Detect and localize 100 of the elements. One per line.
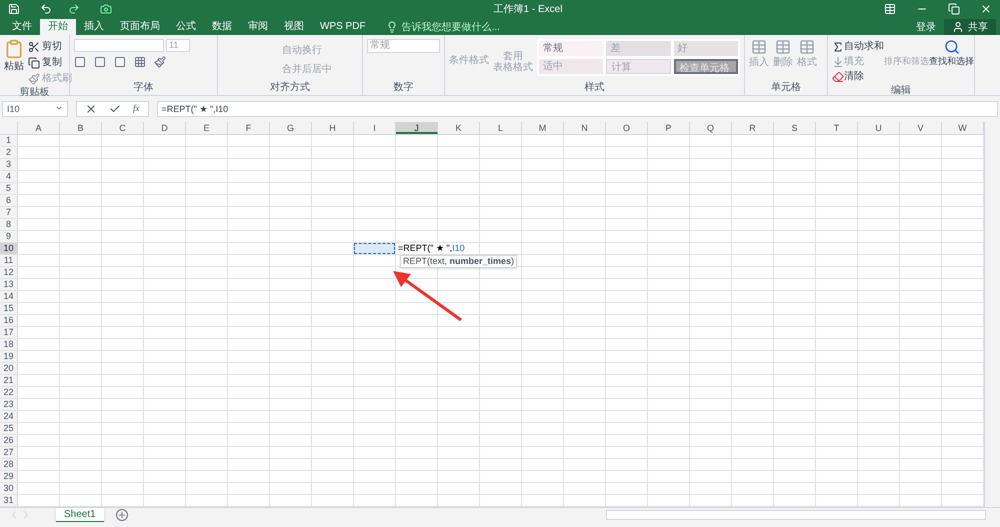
search-icon (944, 39, 960, 55)
scissors-icon (28, 40, 40, 52)
camera-icon[interactable] (100, 3, 112, 15)
group-label: 数字 (392, 81, 414, 95)
redo-icon[interactable] (68, 3, 80, 15)
ribbon-tab[interactable]: 文件 (4, 19, 40, 35)
column-header[interactable]: T (816, 122, 858, 134)
ribbon-tab[interactable]: 页面布局 (112, 19, 168, 35)
row-header[interactable]: 23 (0, 399, 18, 410)
row-header[interactable]: 22 (0, 387, 18, 398)
row-header[interactable]: 1 (0, 135, 18, 146)
row-header[interactable]: 20 (0, 363, 18, 374)
row-header[interactable]: 12 (0, 267, 18, 278)
add-sheet-icon[interactable] (116, 509, 128, 521)
column-header[interactable]: V (900, 122, 942, 134)
row-header[interactable]: 19 (0, 351, 18, 362)
group-label: 编辑 (890, 84, 912, 98)
cell-style[interactable]: 常规 (539, 41, 604, 56)
row-header[interactable]: 25 (0, 423, 18, 434)
cut-button[interactable]: 剪切 (28, 39, 72, 54)
horizontal-scrollbar[interactable] (606, 510, 986, 520)
restore-icon[interactable] (948, 3, 960, 15)
column-header[interactable]: U (858, 122, 900, 134)
ribbon-tab[interactable]: 视图 (276, 19, 312, 35)
column-header[interactable]: N (564, 122, 606, 134)
row-header[interactable]: 6 (0, 195, 18, 206)
column-header[interactable]: S (774, 122, 816, 134)
column-header[interactable]: K (438, 122, 480, 134)
row-header[interactable]: 9 (0, 231, 18, 242)
border-icon[interactable] (134, 56, 146, 68)
column-header[interactable]: B (60, 122, 102, 134)
ribbon-tab[interactable]: 开始 (40, 19, 76, 35)
function-icon[interactable]: fx (133, 102, 140, 116)
row-header[interactable]: 29 (0, 471, 18, 482)
row-header[interactable]: 18 (0, 339, 18, 350)
row-header[interactable]: 14 (0, 291, 18, 302)
row-header[interactable]: 4 (0, 171, 18, 182)
paintbrush-icon (28, 72, 40, 84)
row-header[interactable]: 28 (0, 459, 18, 470)
row-header[interactable]: 13 (0, 279, 18, 290)
column-header[interactable]: D (144, 122, 186, 134)
column-header[interactable]: A (18, 122, 60, 134)
table-icon (775, 39, 791, 55)
row-header[interactable]: 15 (0, 303, 18, 314)
copy-button[interactable]: 复制 (28, 55, 72, 70)
row-header[interactable]: 17 (0, 327, 18, 338)
cell-edit-text[interactable]: =REPT(" ★ ",I10 (397, 243, 466, 254)
column-header[interactable]: Q (690, 122, 732, 134)
share-button[interactable]: 共享 (944, 19, 996, 35)
name-box-value: I10 (7, 103, 20, 116)
column-header[interactable]: R (732, 122, 774, 134)
row-header[interactable]: 8 (0, 219, 18, 230)
row-header[interactable]: 21 (0, 375, 18, 386)
paste-button[interactable]: 粘贴 (4, 39, 24, 74)
row-header[interactable]: 2 (0, 147, 18, 158)
column-header[interactable]: L (480, 122, 522, 134)
group-label: 对齐方式 (269, 81, 311, 95)
row-header[interactable]: 3 (0, 159, 18, 170)
column-header[interactable]: M (522, 122, 564, 134)
name-box[interactable]: I10 (2, 101, 68, 117)
row-header[interactable]: 26 (0, 435, 18, 446)
row-header[interactable]: 24 (0, 411, 18, 422)
enter-icon[interactable] (109, 103, 121, 115)
row-header[interactable]: 27 (0, 447, 18, 458)
row-header[interactable]: 10 (0, 243, 18, 254)
copy-icon (28, 56, 40, 68)
tell-me-field[interactable]: 告诉我您想要做什么... (386, 19, 542, 35)
ribbon-tab[interactable]: 公式 (168, 19, 204, 35)
column-header[interactable]: O (606, 122, 648, 134)
sign-in-link[interactable]: 登录 (908, 19, 944, 35)
cancel-icon[interactable] (85, 103, 97, 115)
row-header[interactable]: 30 (0, 483, 18, 494)
ribbon-tab[interactable]: WPS PDF (312, 19, 374, 35)
row-header[interactable]: 7 (0, 207, 18, 218)
row-header[interactable]: 16 (0, 315, 18, 326)
column-header[interactable]: J (396, 122, 438, 134)
undo-icon[interactable] (40, 3, 52, 15)
column-header[interactable]: P (648, 122, 690, 134)
autosum-button[interactable]: 自动求和 (832, 39, 884, 54)
clear-button[interactable]: 清除 (832, 69, 884, 84)
row-header[interactable]: 5 (0, 183, 18, 194)
column-header[interactable]: C (102, 122, 144, 134)
sheet-tab[interactable]: Sheet1 (56, 508, 104, 522)
ribbon-tab[interactable]: 审阅 (240, 19, 276, 35)
close-icon[interactable] (980, 3, 992, 15)
row-header[interactable]: 11 (0, 255, 18, 266)
column-header[interactable]: G (270, 122, 312, 134)
row-header[interactable]: 31 (0, 495, 18, 506)
column-header[interactable]: E (186, 122, 228, 134)
ribbon-tab[interactable]: 插入 (76, 19, 112, 35)
ribbon-tab[interactable]: 数据 (204, 19, 240, 35)
column-header[interactable]: H (312, 122, 354, 134)
column-header[interactable]: F (228, 122, 270, 134)
vertical-scrollbar[interactable] (984, 122, 1000, 507)
formula-field[interactable]: =REPT(" ★ ",I10 (156, 101, 998, 117)
find-select-button[interactable]: 查找和选择 (929, 39, 974, 68)
referenced-cell (354, 243, 395, 254)
save-icon[interactable] (8, 3, 20, 15)
sigma-icon (832, 40, 844, 52)
font-name-field[interactable] (74, 39, 164, 52)
